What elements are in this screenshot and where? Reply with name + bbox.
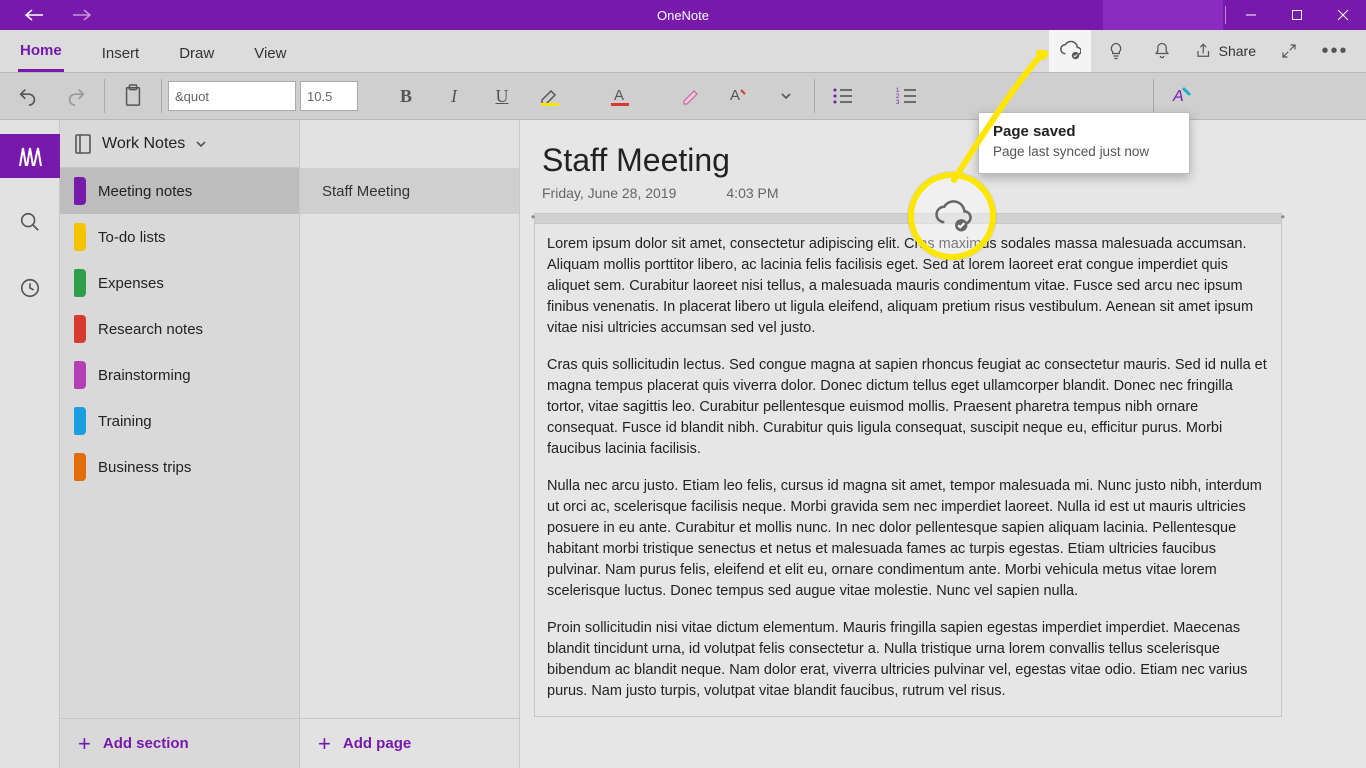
notifications-icon[interactable] <box>1141 30 1183 72</box>
bold-button[interactable]: B <box>384 74 428 118</box>
bullet-list-button[interactable] <box>821 74 865 118</box>
add-section-label: Add section <box>103 735 189 752</box>
font-size-input[interactable] <box>300 81 358 111</box>
section-label: Expenses <box>98 275 164 292</box>
page-canvas[interactable]: Staff Meeting Friday, June 28, 2019 4:03… <box>520 120 1366 768</box>
recent-icon[interactable] <box>0 266 60 310</box>
pages-panel: x Staff Meeting + Add page <box>300 120 520 768</box>
fullscreen-icon[interactable] <box>1268 30 1310 72</box>
section-item[interactable]: Meeting notes <box>60 168 299 214</box>
share-label: Share <box>1219 43 1256 59</box>
italic-button[interactable]: I <box>432 74 476 118</box>
section-color-tab <box>74 407 86 435</box>
sync-popup-title: Page saved <box>993 123 1175 140</box>
section-item[interactable]: Training <box>60 398 299 444</box>
sections-panel: Work Notes Meeting notes To-do lists Expen… <box>60 120 300 768</box>
section-color-tab <box>74 453 86 481</box>
add-page-button[interactable]: + Add page <box>300 718 519 768</box>
minimize-button[interactable] <box>1228 0 1274 30</box>
sync-status-button[interactable] <box>1049 30 1091 72</box>
highlight-button[interactable] <box>528 74 572 118</box>
note-paragraph[interactable]: Cras quis sollicitudin lectus. Sed congu… <box>547 355 1269 460</box>
section-item[interactable]: Expenses <box>60 260 299 306</box>
font-name-input[interactable] <box>168 81 296 111</box>
back-icon[interactable] <box>24 9 44 21</box>
section-label: To-do lists <box>98 229 166 246</box>
sync-popup-subtitle: Page last synced just now <box>993 144 1175 159</box>
page-item[interactable]: Staff Meeting <box>300 168 519 214</box>
tab-insert[interactable]: Insert <box>100 35 142 72</box>
note-paragraph[interactable]: Proin sollicitudin nisi vitae dictum ele… <box>547 618 1269 702</box>
plus-icon: + <box>78 731 91 757</box>
tab-draw[interactable]: Draw <box>177 35 216 72</box>
plus-icon: + <box>318 731 331 757</box>
close-button[interactable] <box>1320 0 1366 30</box>
underline-button[interactable]: U <box>480 74 524 118</box>
clipboard-button[interactable] <box>111 74 155 118</box>
add-section-button[interactable]: + Add section <box>60 718 299 768</box>
section-label: Meeting notes <box>98 183 192 200</box>
lightbulb-icon[interactable] <box>1095 30 1137 72</box>
section-item[interactable]: Research notes <box>60 306 299 352</box>
more-icon[interactable]: ••• <box>1314 30 1356 72</box>
sync-status-popup: Page saved Page last synced just now <box>978 112 1190 174</box>
section-color-tab <box>74 177 86 205</box>
section-item[interactable]: Business trips <box>60 444 299 490</box>
chevron-down-icon <box>195 138 207 150</box>
titlebar: OneNote <box>0 0 1366 30</box>
app-title: OneNote <box>657 8 709 23</box>
note-container-handle[interactable] <box>535 214 1281 224</box>
section-label: Research notes <box>98 321 203 338</box>
page-time: 4:03 PM <box>726 185 778 201</box>
number-list-button[interactable]: 123 <box>885 74 929 118</box>
svg-text:3: 3 <box>896 100 900 105</box>
section-label: Brainstorming <box>98 367 191 384</box>
more-formatting-dropdown[interactable] <box>764 74 808 118</box>
section-item[interactable]: To-do lists <box>60 214 299 260</box>
clear-format-button[interactable] <box>668 74 712 118</box>
note-container[interactable]: Lorem ipsum dolor sit amet, consectetur … <box>534 213 1282 717</box>
search-icon[interactable] <box>0 200 60 244</box>
section-label: Training <box>98 413 152 430</box>
maximize-button[interactable] <box>1274 0 1320 30</box>
section-color-tab <box>74 315 86 343</box>
notebook-name: Work Notes <box>102 135 185 153</box>
section-color-tab <box>74 361 86 389</box>
share-icon <box>1195 42 1213 60</box>
note-paragraph[interactable]: Lorem ipsum dolor sit amet, consectetur … <box>547 234 1269 339</box>
section-label: Business trips <box>98 459 191 476</box>
tab-view[interactable]: View <box>252 35 288 72</box>
redo-button[interactable] <box>54 74 98 118</box>
nav-rail <box>0 120 60 768</box>
section-color-tab <box>74 223 86 251</box>
notebooks-icon[interactable] <box>0 134 60 178</box>
undo-button[interactable] <box>6 74 50 118</box>
ribbon-tabs: Home Insert Draw View Share ••• <box>0 30 1366 72</box>
svg-text:A: A <box>1172 88 1184 105</box>
account-area[interactable] <box>1103 0 1223 30</box>
svg-text:A: A <box>614 87 624 104</box>
notebook-icon <box>74 134 92 154</box>
note-paragraph[interactable]: Nulla nec arcu justo. Etiam leo felis, c… <box>547 476 1269 602</box>
page-title[interactable]: Staff Meeting <box>520 120 1366 185</box>
share-button[interactable]: Share <box>1187 30 1264 72</box>
svg-text:A: A <box>730 87 740 104</box>
add-page-label: Add page <box>343 735 411 752</box>
forward-icon[interactable] <box>72 9 92 21</box>
font-color-button[interactable]: A <box>598 74 642 118</box>
format-painter-button[interactable]: A <box>716 74 760 118</box>
notebook-header[interactable]: Work Notes <box>60 120 299 168</box>
section-item[interactable]: Brainstorming <box>60 352 299 398</box>
page-date: Friday, June 28, 2019 <box>542 185 676 201</box>
tab-home[interactable]: Home <box>18 32 64 72</box>
section-color-tab <box>74 269 86 297</box>
